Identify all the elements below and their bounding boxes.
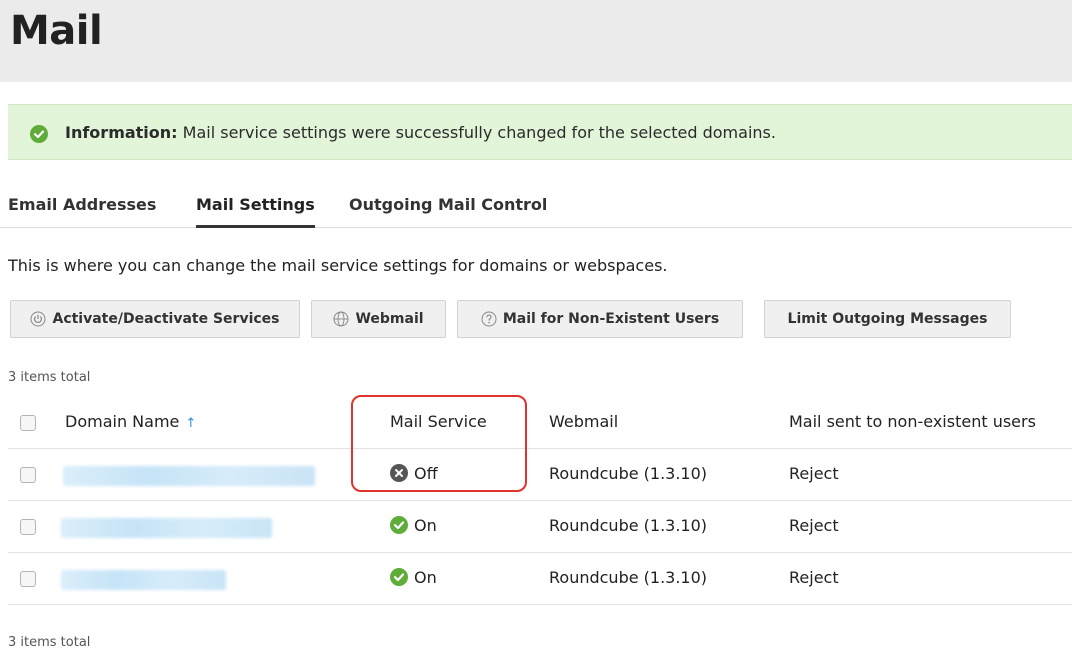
info-label: Information: bbox=[65, 123, 178, 142]
mail-service-status: Off bbox=[390, 464, 438, 483]
tab-outgoing-mail-control[interactable]: Outgoing Mail Control bbox=[349, 195, 547, 228]
check-circle-icon bbox=[30, 125, 48, 143]
mail-nonexistent-users-button[interactable]: Mail for Non-Existent Users bbox=[457, 300, 743, 338]
limit-outgoing-messages-button[interactable]: Limit Outgoing Messages bbox=[764, 300, 1011, 338]
table-row: On Roundcube (1.3.10) Reject bbox=[8, 501, 1072, 553]
row-checkbox[interactable] bbox=[20, 467, 36, 483]
sort-ascending-icon: ↑ bbox=[185, 416, 197, 431]
mail-nonexistent-users-label: Mail for Non-Existent Users bbox=[502, 311, 720, 327]
header-mail-service[interactable]: Mail Service bbox=[390, 412, 487, 431]
header-webmail[interactable]: Webmail bbox=[549, 412, 618, 431]
items-total-top: 3 items total bbox=[8, 370, 91, 385]
header-domain-label: Domain Name bbox=[65, 412, 180, 431]
activate-deactivate-label: Activate/Deactivate Services bbox=[52, 311, 280, 327]
webmail-value: Roundcube (1.3.10) bbox=[549, 568, 708, 587]
webmail-button[interactable]: Webmail bbox=[311, 300, 446, 338]
row-checkbox[interactable] bbox=[20, 519, 36, 535]
table-header-row: Domain Name ↑ Mail Service Webmail Mail s… bbox=[8, 397, 1072, 449]
webmail-label: Webmail bbox=[355, 311, 424, 327]
webmail-value: Roundcube (1.3.10) bbox=[549, 464, 708, 483]
mail-service-status: On bbox=[390, 516, 437, 535]
tab-email-addresses[interactable]: Email Addresses bbox=[8, 195, 156, 228]
select-all-checkbox[interactable] bbox=[20, 415, 36, 431]
x-circle-icon bbox=[390, 464, 408, 482]
info-text: Information: Mail service settings were … bbox=[65, 123, 776, 142]
domain-link-redacted[interactable] bbox=[61, 518, 272, 538]
mail-service-text: On bbox=[414, 568, 437, 587]
page-header: Mail bbox=[0, 0, 1072, 82]
header-domain-name[interactable]: Domain Name ↑ bbox=[65, 412, 196, 431]
globe-icon bbox=[333, 311, 349, 327]
domain-link-redacted[interactable] bbox=[61, 570, 226, 590]
check-circle-icon bbox=[390, 568, 408, 586]
domain-link-redacted[interactable] bbox=[63, 466, 315, 486]
check-circle-icon bbox=[390, 516, 408, 534]
mail-service-text: On bbox=[414, 516, 437, 535]
mail-service-text: Off bbox=[414, 464, 438, 483]
table-row: Off Roundcube (1.3.10) Reject bbox=[8, 449, 1072, 501]
mail-service-status: On bbox=[390, 568, 437, 587]
row-checkbox[interactable] bbox=[20, 571, 36, 587]
power-icon bbox=[30, 311, 46, 327]
webmail-value: Roundcube (1.3.10) bbox=[549, 516, 708, 535]
question-circle-icon bbox=[481, 311, 497, 327]
limit-outgoing-messages-label: Limit Outgoing Messages bbox=[787, 311, 988, 327]
items-total-bottom: 3 items total bbox=[8, 635, 91, 650]
info-body: Mail service settings were successfully … bbox=[177, 123, 776, 142]
nonexistent-value: Reject bbox=[789, 516, 839, 535]
tab-mail-settings[interactable]: Mail Settings bbox=[196, 195, 315, 228]
info-message: Information: Mail service settings were … bbox=[8, 104, 1072, 160]
activate-deactivate-button[interactable]: Activate/Deactivate Services bbox=[10, 300, 300, 338]
table-row: On Roundcube (1.3.10) Reject bbox=[8, 553, 1072, 605]
nonexistent-value: Reject bbox=[789, 568, 839, 587]
page-description: This is where you can change the mail se… bbox=[8, 256, 668, 275]
tab-bar: Email Addresses Mail Settings Outgoing M… bbox=[0, 190, 1072, 228]
page-title: Mail bbox=[10, 8, 103, 54]
nonexistent-value: Reject bbox=[789, 464, 839, 483]
header-nonexistent-users[interactable]: Mail sent to non-existent users bbox=[789, 412, 1036, 431]
